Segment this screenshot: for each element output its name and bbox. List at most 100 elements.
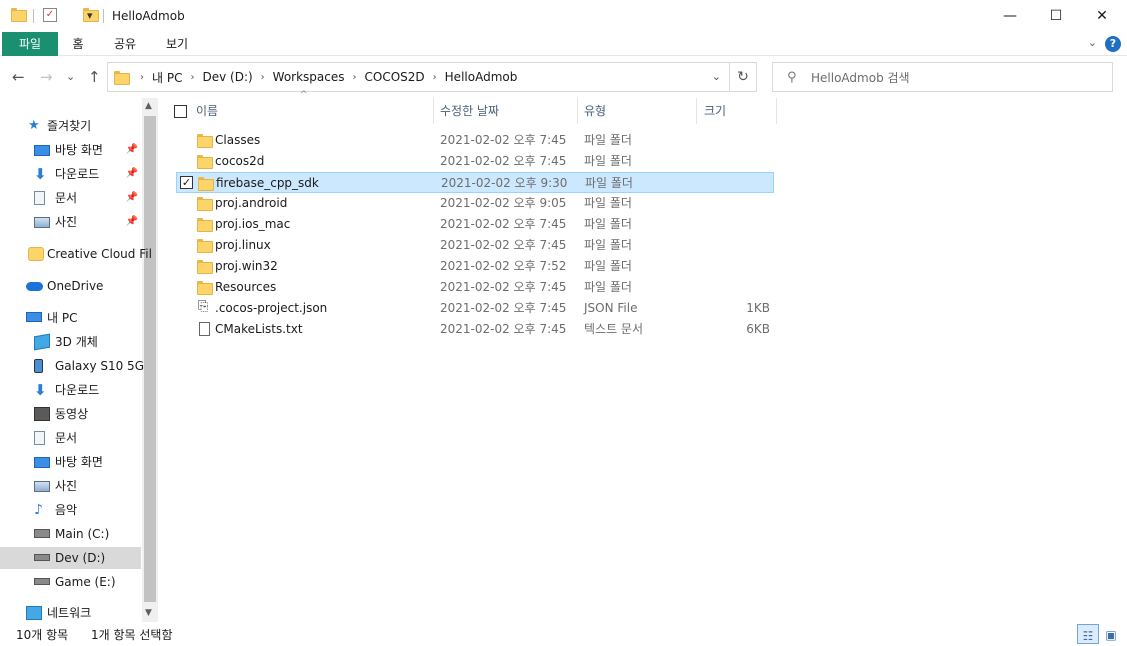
tab-share[interactable]: 공유 <box>106 32 144 56</box>
file-row[interactable]: Resources 2021-02-02 오후 7:45 파일 폴더 <box>176 277 774 298</box>
sidebar-item[interactable]: ⬇ 다운로드 📌 <box>0 163 141 185</box>
sidebar-item[interactable]: OneDrive <box>0 275 141 297</box>
file-name: CMakeLists.txt <box>215 322 303 336</box>
sidebar-item[interactable]: 내 PC <box>0 307 141 329</box>
file-row[interactable]: ✓ firebase_cpp_sdk 2021-02-02 오후 9:30 파일 폴더 <box>176 172 774 193</box>
status-bar: 10개 항목 1개 항목 선택함 ☷ ▣ <box>0 622 1127 646</box>
sidebar-item[interactable]: Dev (D:) <box>0 547 141 569</box>
pin-icon: 📌 <box>125 168 138 179</box>
file-type: 파일 폴더 <box>584 259 632 273</box>
breadcrumb-cocos2d[interactable]: COCOS2D <box>365 70 425 84</box>
tab-view[interactable]: 보기 <box>158 32 196 56</box>
sidebar-item[interactable]: 바탕 화면 📌 <box>0 139 141 161</box>
scroll-thumb[interactable] <box>144 116 156 602</box>
sidebar-item[interactable]: Main (C:) <box>0 523 141 545</box>
breadcrumb-separator[interactable]: › <box>140 72 144 83</box>
file-date: 2021-02-02 오후 7:45 <box>440 133 567 147</box>
details-view-button[interactable]: ☷ <box>1077 624 1099 644</box>
sidebar-item-label: Creative Cloud Fil <box>47 247 152 261</box>
back-button[interactable]: ← <box>12 68 25 86</box>
large-icons-view-button[interactable]: ▣ <box>1100 624 1122 644</box>
file-row[interactable]: Classes 2021-02-02 오후 7:45 파일 폴더 <box>176 130 774 151</box>
minimize-button[interactable]: — <box>987 0 1033 32</box>
help-icon[interactable]: ? <box>1105 36 1121 52</box>
column-header-name[interactable]: 이름 <box>196 98 432 124</box>
forward-button[interactable]: → <box>40 68 53 86</box>
sidebar-item[interactable]: 3D 개체 <box>0 331 141 353</box>
breadcrumb-separator[interactable]: › <box>433 72 437 83</box>
sidebar-item[interactable]: Galaxy S10 5G <box>0 355 144 377</box>
file-row[interactable]: proj.android 2021-02-02 오후 9:05 파일 폴더 <box>176 193 774 214</box>
sidebar-item[interactable]: 사진 <box>0 475 141 497</box>
breadcrumb-separator[interactable]: › <box>190 72 194 83</box>
sidebar-scrollbar[interactable]: ▲ ▼ <box>142 98 158 622</box>
breadcrumb-workspaces[interactable]: Workspaces <box>273 70 345 84</box>
column-header-size[interactable]: 크기 <box>704 98 776 124</box>
pin-icon: 📌 <box>125 216 138 227</box>
column-divider[interactable] <box>776 98 777 124</box>
sidebar-item[interactable]: 사진 📌 <box>0 211 141 233</box>
sidebar-item[interactable]: ♪ 음악 <box>0 499 141 521</box>
folder-icon <box>197 134 213 148</box>
column-divider[interactable] <box>433 98 434 124</box>
tab-home[interactable]: 홈 <box>62 32 94 56</box>
search-box[interactable]: ⚲ <box>772 62 1113 92</box>
column-header-type[interactable]: 유형 <box>584 98 696 124</box>
sidebar-item[interactable]: 네트워크 <box>0 602 141 624</box>
file-row[interactable]: proj.win32 2021-02-02 오후 7:52 파일 폴더 <box>176 256 774 277</box>
column-divider[interactable] <box>696 98 697 124</box>
file-row[interactable]: proj.ios_mac 2021-02-02 오후 7:45 파일 폴더 <box>176 214 774 235</box>
file-type: 텍스트 문서 <box>584 322 644 336</box>
breadcrumb-my-pc[interactable]: 내 PC <box>152 69 182 86</box>
sidebar-item-label: 동영상 <box>55 407 89 421</box>
sidebar-item[interactable]: 문서 📌 <box>0 187 141 209</box>
sidebar-item[interactable]: 바탕 화면 <box>0 451 141 473</box>
file-date: 2021-02-02 오후 7:45 <box>440 217 567 231</box>
file-size: 6KB <box>746 322 770 336</box>
recent-locations-button[interactable]: ⌄ <box>66 70 75 83</box>
file-date: 2021-02-02 오후 7:45 <box>440 280 567 294</box>
column-divider[interactable] <box>577 98 578 124</box>
sidebar-item-label: Main (C:) <box>55 527 110 541</box>
sidebar-item[interactable]: 동영상 <box>0 403 141 425</box>
breadcrumb-helloadmob[interactable]: HelloAdmob <box>445 70 518 84</box>
pictures-icon <box>34 481 50 492</box>
refresh-button[interactable]: ↻ <box>730 62 757 92</box>
breadcrumb-separator[interactable]: › <box>353 72 357 83</box>
properties-icon[interactable]: ✓ <box>43 8 57 22</box>
file-name: Classes <box>215 133 261 147</box>
sidebar-item[interactable]: ★ 즐겨찾기 <box>0 115 141 137</box>
sidebar-item[interactable]: ⬇ 다운로드 <box>0 379 141 401</box>
row-checkbox[interactable]: ✓ <box>180 176 193 189</box>
address-bar[interactable]: › 내 PC › Dev (D:) › Workspaces › COCOS2D… <box>107 62 730 92</box>
expand-ribbon-icon[interactable]: ⌄ <box>1088 36 1097 49</box>
sidebar-item[interactable]: 문서 <box>0 427 141 449</box>
breadcrumb-dev-drive[interactable]: Dev (D:) <box>202 70 252 84</box>
phone-icon <box>34 359 43 373</box>
scroll-down-icon[interactable]: ▼ <box>145 608 152 618</box>
pictures-icon <box>34 217 50 228</box>
quick-access-dropdown-icon[interactable]: ▾ <box>87 9 93 22</box>
close-button[interactable]: ✕ <box>1079 0 1125 32</box>
file-row[interactable]: ⎘ .cocos-project.json 2021-02-02 오후 7:45 JS… <box>176 298 774 319</box>
up-button[interactable]: ↑ <box>88 68 101 86</box>
maximize-button[interactable]: ☐ <box>1033 0 1079 32</box>
scroll-up-icon[interactable]: ▲ <box>145 101 152 111</box>
tab-file[interactable]: 파일 <box>2 32 58 56</box>
file-row[interactable]: cocos2d 2021-02-02 오후 7:45 파일 폴더 <box>176 151 774 172</box>
sidebar-item[interactable]: Game (E:) <box>0 571 141 593</box>
sidebar-item-label: 3D 개체 <box>55 335 98 349</box>
folder-icon <box>197 155 213 169</box>
folder-icon <box>197 281 213 295</box>
search-input[interactable] <box>811 69 1101 87</box>
address-dropdown-icon[interactable]: ⌄ <box>712 70 721 83</box>
select-all-checkbox[interactable] <box>174 105 187 118</box>
column-header-date[interactable]: 수정한 날짜 <box>440 98 578 124</box>
folder-icon <box>197 260 213 274</box>
sidebar-item[interactable]: Creative Cloud Fil <box>0 243 152 265</box>
sidebar-item-label: 즐겨찾기 <box>47 119 92 133</box>
file-row[interactable]: CMakeLists.txt 2021-02-02 오후 7:45 텍스트 문서 6K… <box>176 319 774 340</box>
sidebar-item-label: Dev (D:) <box>55 551 106 565</box>
file-row[interactable]: proj.linux 2021-02-02 오후 7:45 파일 폴더 <box>176 235 774 256</box>
breadcrumb-separator[interactable]: › <box>261 72 265 83</box>
